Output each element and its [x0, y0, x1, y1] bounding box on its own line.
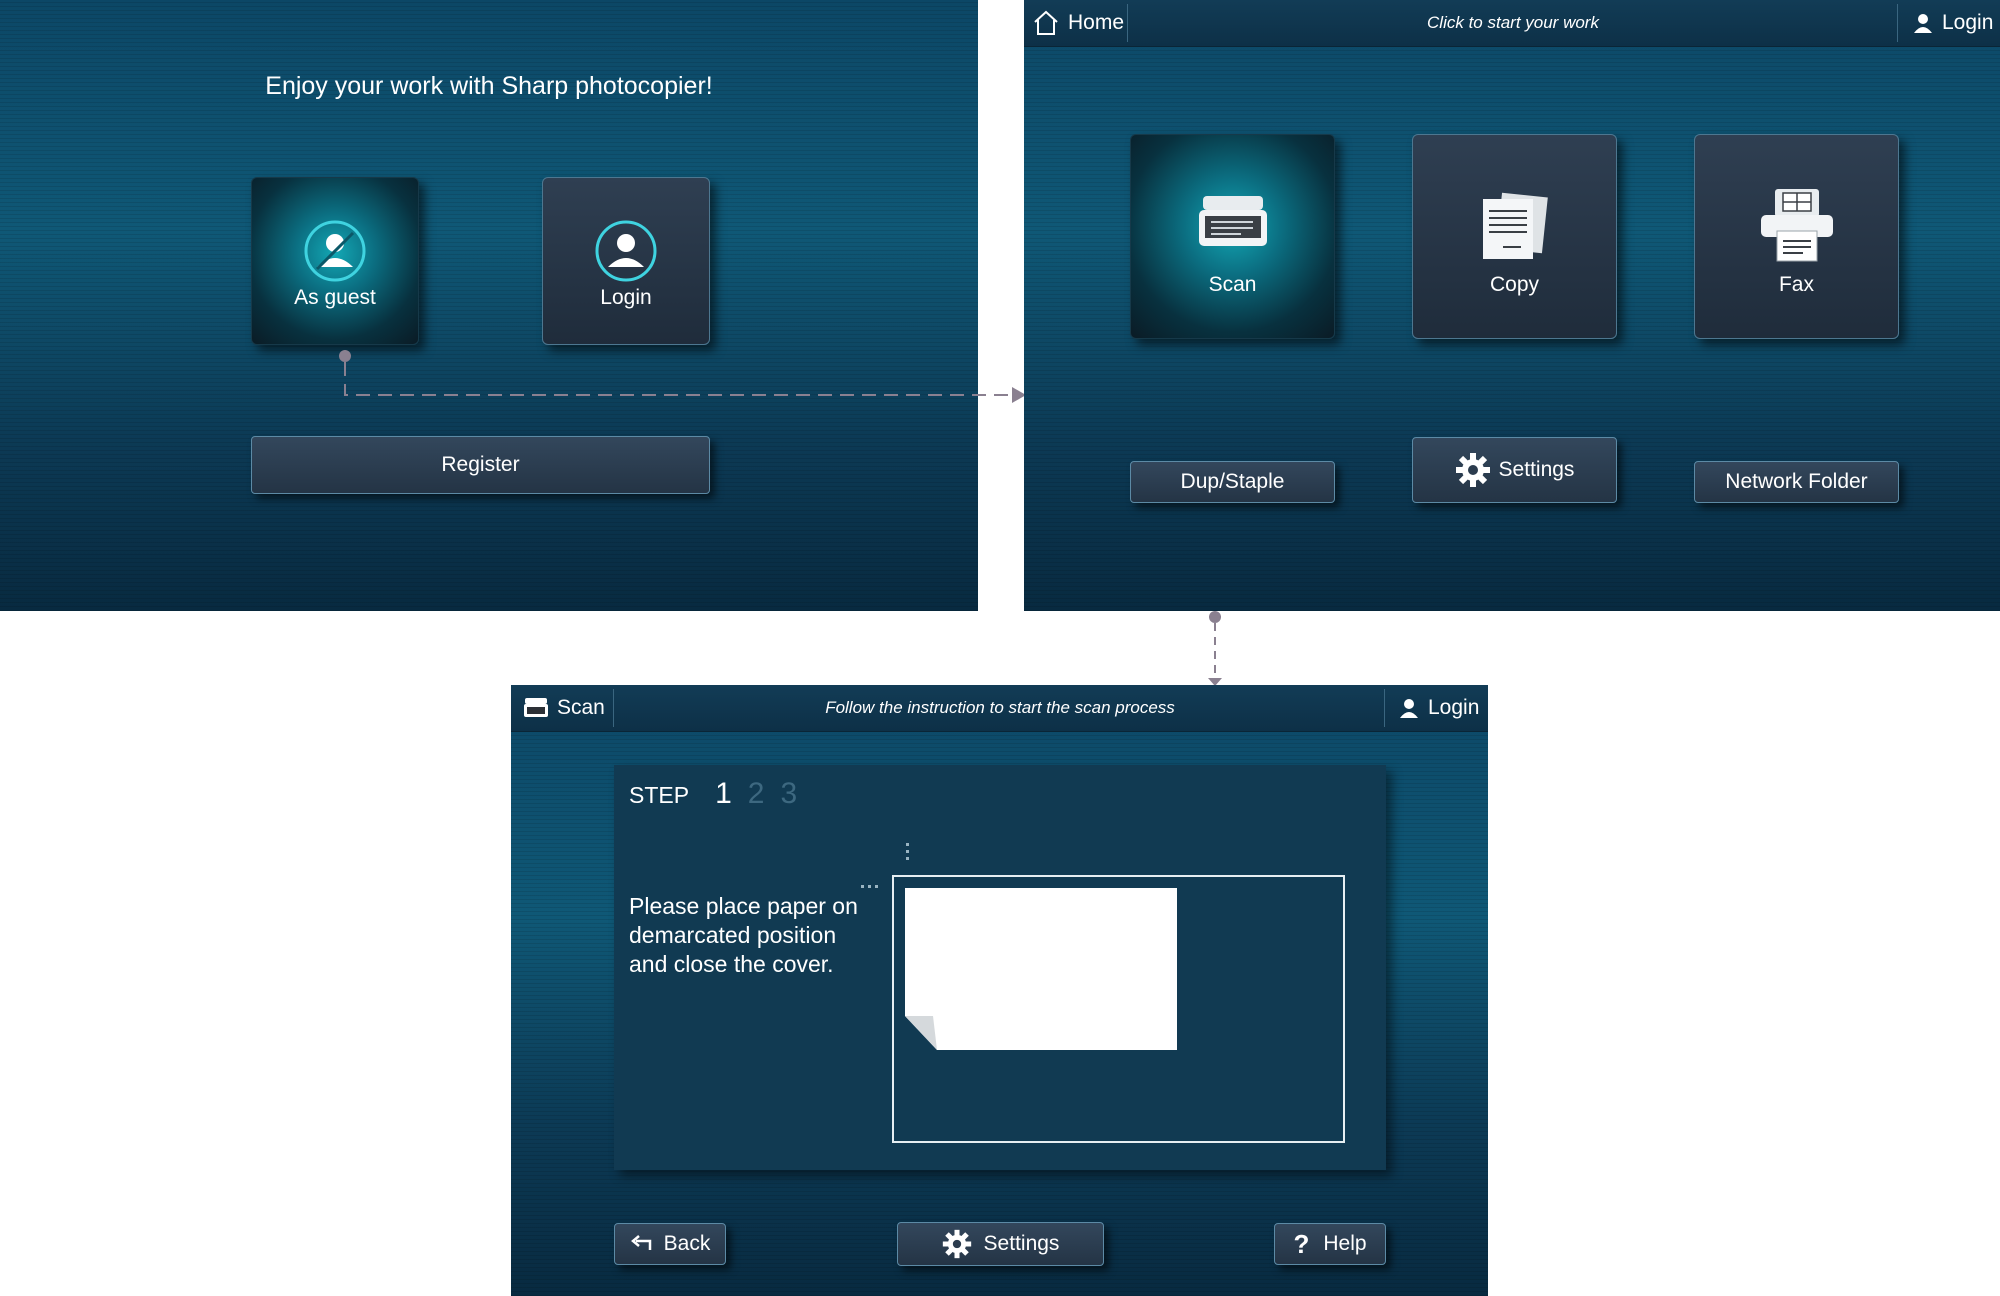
scan-title: Scan — [557, 696, 605, 719]
back-arrow-icon — [630, 1235, 651, 1250]
guest-label: As guest — [294, 286, 376, 309]
scanner-icon — [524, 698, 548, 717]
flow-arrow-scan-to-steps — [1208, 611, 1222, 686]
fax-label: Fax — [1778, 273, 1814, 296]
instruction-text: Please place paper on demarcated positio… — [629, 893, 858, 977]
network-folder-button[interactable]: Network Folder — [1694, 461, 1899, 503]
user-icon — [1914, 14, 1932, 33]
help-label: Help — [1323, 1232, 1367, 1255]
settings-label: Settings — [983, 1232, 1060, 1255]
gear-icon — [1455, 453, 1490, 487]
fax-tile[interactable]: Fax — [1694, 134, 1899, 339]
scan-top-bar: Scan Follow the instruction to start the… — [511, 685, 1488, 732]
login-label: Login — [1942, 11, 1994, 34]
scan-tile[interactable]: Scan — [1130, 134, 1335, 339]
home-label: Home — [1068, 11, 1125, 34]
register-button[interactable]: Register — [251, 436, 710, 494]
user-icon — [595, 220, 657, 282]
settings-label: Settings — [1498, 458, 1575, 481]
scan-instruction-panel: STEP 1 2 3 Please place paper on demarca… — [614, 765, 1386, 1170]
login-label: Login — [1428, 696, 1480, 719]
settings-button[interactable]: Settings — [1412, 437, 1617, 503]
welcome-title: Enjoy your work with Sharp photocopier! — [265, 72, 713, 100]
copy-label: Copy — [1489, 273, 1540, 296]
step-1[interactable]: 1 — [715, 777, 732, 811]
scan-bed-diagram — [892, 875, 1345, 1143]
login-link[interactable]: Login — [1912, 0, 1998, 46]
scanner-icon — [1199, 196, 1267, 246]
flow-arrow-guest-to-home — [339, 350, 1026, 403]
welcome-screen: Enjoy your work with Sharp photocopier! … — [0, 0, 978, 611]
help-button[interactable]: ? Help — [1274, 1223, 1386, 1265]
login-label: Login — [600, 286, 652, 309]
documents-icon — [1483, 192, 1548, 259]
horizontal-guide-dots — [861, 885, 881, 888]
login-tile[interactable]: Login — [542, 177, 710, 345]
user-icon — [1400, 699, 1418, 718]
paper-placement-illustration — [905, 888, 1177, 1050]
guest-tile[interactable]: As guest — [251, 177, 419, 345]
settings-button[interactable]: Settings — [897, 1222, 1104, 1266]
back-label: Back — [663, 1232, 711, 1255]
home-top-bar: Home Click to start your work Login — [1024, 0, 2000, 47]
step-3[interactable]: 3 — [780, 777, 797, 811]
back-button[interactable]: Back — [614, 1223, 726, 1265]
home-icon — [1034, 10, 1058, 35]
fax-icon — [1761, 189, 1833, 262]
step-indicator: STEP 1 2 3 — [629, 777, 797, 811]
help-icon: ? — [1293, 1228, 1310, 1259]
step-label: STEP — [629, 782, 690, 808]
copy-tile[interactable]: Copy — [1412, 134, 1617, 339]
step-2[interactable]: 2 — [748, 777, 765, 811]
home-screen: Home Click to start your work Login Scan — [1024, 0, 2000, 611]
login-link[interactable]: Login — [1398, 685, 1486, 731]
dup-staple-button[interactable]: Dup/Staple — [1130, 461, 1335, 503]
header-message: Follow the instruction to start the scan… — [825, 698, 1175, 717]
header-message: Click to start your work — [1427, 13, 1599, 32]
scan-tab[interactable]: Scan — [523, 685, 613, 731]
gear-icon — [942, 1229, 971, 1259]
vertical-guide-dots — [906, 843, 909, 863]
guest-user-icon — [304, 220, 366, 282]
scan-label: Scan — [1208, 273, 1257, 296]
scan-screen: Scan Follow the instruction to start the… — [511, 685, 1488, 1296]
